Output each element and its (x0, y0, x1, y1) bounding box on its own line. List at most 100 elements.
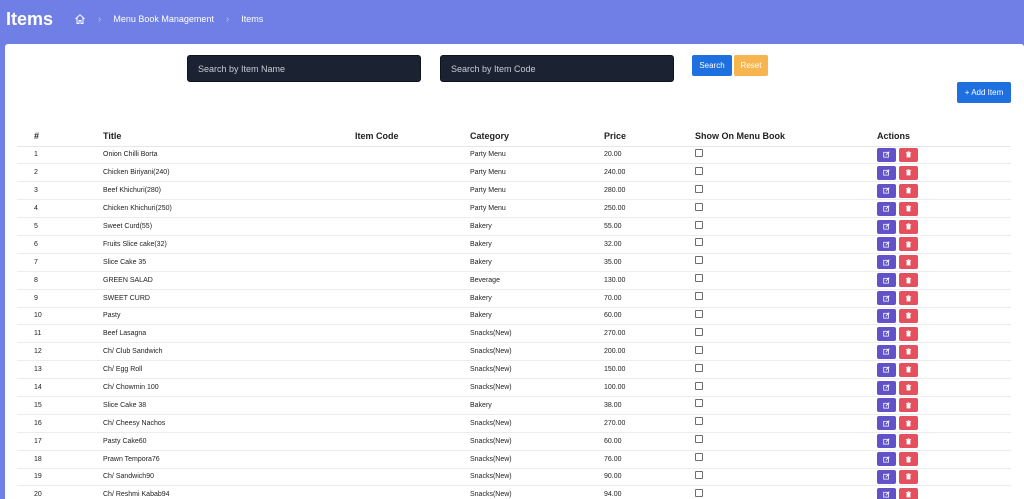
show-on-menu-book-checkbox[interactable] (695, 148, 703, 157)
breadcrumb-menu-book-management[interactable]: Menu Book Management (113, 14, 214, 24)
add-item-button[interactable]: + Add Item (957, 82, 1011, 103)
trash-icon (905, 277, 912, 284)
delete-button[interactable] (899, 380, 918, 395)
edit-button[interactable] (877, 469, 896, 484)
edit-button[interactable] (877, 219, 896, 234)
delete-button[interactable] (899, 291, 918, 306)
reset-button[interactable]: Reset (734, 55, 768, 76)
delete-button[interactable] (899, 237, 918, 252)
row-actions (877, 485, 1011, 499)
delete-button[interactable] (899, 469, 918, 484)
trash-icon (905, 366, 912, 373)
row-item-code (355, 468, 470, 487)
row-title: GREEN SALAD (103, 271, 355, 290)
edit-button[interactable] (877, 398, 896, 413)
edit-button[interactable] (877, 380, 896, 395)
delete-button[interactable] (899, 273, 918, 288)
trash-icon (905, 169, 912, 176)
edit-icon (883, 491, 890, 498)
show-on-menu-book-checkbox[interactable] (695, 417, 703, 426)
table-row: 6 Fruits Slice cake(32) Bakery 32.00 (17, 235, 1011, 254)
show-on-menu-book-checkbox[interactable] (695, 399, 703, 408)
delete-button[interactable] (899, 183, 918, 198)
row-item-code (355, 360, 470, 380)
show-on-menu-book-checkbox[interactable] (695, 220, 703, 229)
row-title: Ch/ Sandwich90 (103, 468, 355, 487)
row-number: 6 (17, 235, 103, 254)
home-icon[interactable] (74, 13, 86, 25)
show-on-menu-book-checkbox[interactable] (695, 381, 703, 390)
row-show-cell (695, 199, 877, 219)
edit-button[interactable] (877, 326, 896, 341)
search-item-name-input[interactable] (187, 55, 421, 82)
trash-icon (905, 330, 912, 337)
edit-button[interactable] (877, 201, 896, 216)
row-title: Chicken Biriyani(240) (103, 163, 355, 183)
show-on-menu-book-checkbox[interactable] (695, 166, 703, 175)
column-header-title: Title (103, 126, 355, 147)
delete-button[interactable] (899, 487, 918, 499)
show-on-menu-book-checkbox[interactable] (695, 256, 703, 265)
delete-button[interactable] (899, 434, 918, 449)
row-number: 1 (17, 146, 103, 165)
delete-button[interactable] (899, 147, 918, 162)
delete-button[interactable] (899, 398, 918, 413)
top-header: Items › Menu Book Management › Items (0, 0, 1024, 42)
row-actions (877, 468, 1011, 487)
delete-button[interactable] (899, 362, 918, 377)
show-on-menu-book-checkbox[interactable] (695, 309, 703, 318)
edit-button[interactable] (877, 183, 896, 198)
edit-button[interactable] (877, 362, 896, 377)
row-item-code (355, 324, 470, 344)
search-button[interactable]: Search (692, 55, 732, 76)
edit-button[interactable] (877, 273, 896, 288)
edit-button[interactable] (877, 434, 896, 449)
edit-button[interactable] (877, 308, 896, 323)
show-on-menu-book-checkbox[interactable] (695, 184, 703, 193)
delete-button[interactable] (899, 308, 918, 323)
edit-button[interactable] (877, 237, 896, 252)
search-item-code-input[interactable] (440, 55, 674, 82)
edit-button[interactable] (877, 255, 896, 270)
delete-button[interactable] (899, 165, 918, 180)
show-on-menu-book-checkbox[interactable] (695, 274, 703, 283)
trash-icon (905, 223, 912, 230)
show-on-menu-book-checkbox[interactable] (695, 238, 703, 247)
delete-button[interactable] (899, 416, 918, 431)
row-actions (877, 307, 1011, 326)
show-on-menu-book-checkbox[interactable] (695, 470, 703, 479)
column-header-number: # (17, 126, 103, 147)
edit-button[interactable] (877, 487, 896, 499)
row-price: 70.00 (604, 289, 695, 308)
edit-button[interactable] (877, 344, 896, 359)
edit-button[interactable] (877, 147, 896, 162)
show-on-menu-book-checkbox[interactable] (695, 202, 703, 211)
show-on-menu-book-checkbox[interactable] (695, 435, 703, 444)
show-on-menu-book-checkbox[interactable] (695, 363, 703, 372)
delete-button[interactable] (899, 255, 918, 270)
show-on-menu-book-checkbox[interactable] (695, 345, 703, 354)
show-on-menu-book-checkbox[interactable] (695, 453, 703, 462)
table-row: 14 Ch/ Chowmin 100 Snacks(New) 100.00 (17, 378, 1011, 397)
show-on-menu-book-checkbox[interactable] (695, 488, 703, 497)
delete-button[interactable] (899, 326, 918, 341)
edit-button[interactable] (877, 452, 896, 467)
edit-button[interactable] (877, 165, 896, 180)
edit-button[interactable] (877, 416, 896, 431)
show-on-menu-book-checkbox[interactable] (695, 292, 703, 301)
row-price: 270.00 (604, 324, 695, 344)
row-show-cell (695, 342, 877, 362)
delete-button[interactable] (899, 219, 918, 234)
edit-button[interactable] (877, 291, 896, 306)
row-actions (877, 146, 1011, 165)
delete-button[interactable] (899, 344, 918, 359)
show-on-menu-book-checkbox[interactable] (695, 327, 703, 336)
row-show-cell (695, 253, 877, 272)
delete-button[interactable] (899, 452, 918, 467)
trash-icon (905, 187, 912, 194)
row-show-cell (695, 146, 877, 165)
row-number: 10 (17, 307, 103, 326)
table-row: 4 Chicken Khichuri(250) Party Menu 250.00 (17, 199, 1011, 219)
row-category: Snacks(New) (470, 485, 604, 499)
delete-button[interactable] (899, 201, 918, 216)
